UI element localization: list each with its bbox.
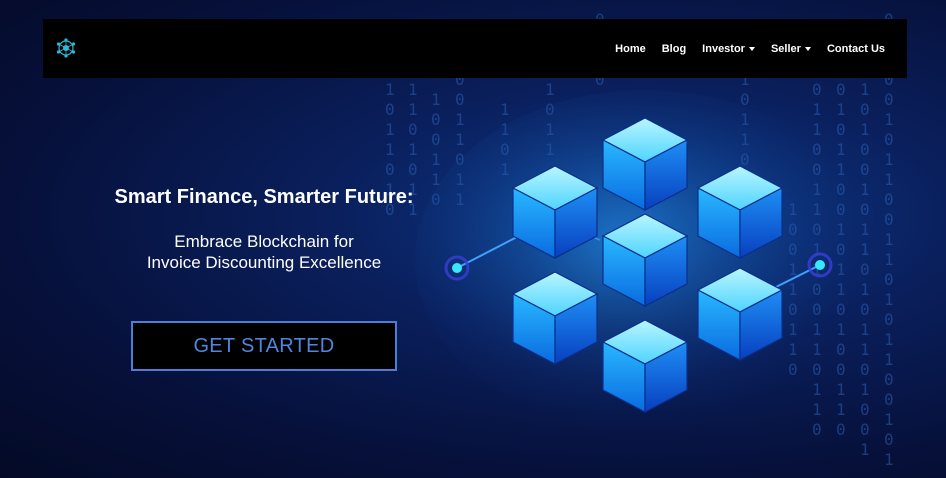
hero-subtitle-line2: Invoice Discounting Excellence: [146, 253, 382, 272]
nav-investor-dropdown[interactable]: Investor: [702, 43, 755, 55]
main-nav: Home Blog Investor Seller Contact Us: [615, 19, 885, 78]
nav-blog-link[interactable]: Blog: [662, 43, 686, 55]
hero-title: Smart Finance, Smarter Future:: [114, 186, 414, 208]
nav-contact-link[interactable]: Contact Us: [827, 43, 885, 55]
top-navbar: Home Blog Investor Seller Contact Us: [43, 19, 907, 78]
blockchain-network-icon[interactable]: [55, 37, 77, 59]
nav-contact-label[interactable]: Contact Us: [827, 43, 885, 55]
nav-home-link[interactable]: Home: [615, 43, 646, 55]
hero-subtitle: Embrace Blockchain for Invoice Discounti…: [60, 231, 468, 273]
nav-seller-label[interactable]: Seller: [771, 43, 801, 55]
caret-down-icon[interactable]: [804, 47, 811, 51]
blockchain-cubes-illustration: [415, 90, 875, 430]
nav-home-label[interactable]: Home: [615, 43, 646, 55]
nav-blog-label[interactable]: Blog: [662, 43, 686, 55]
hero-subtitle-line1: Embrace Blockchain for: [174, 232, 354, 251]
nav-investor-label[interactable]: Investor: [702, 43, 745, 55]
get-started-button[interactable]: GET STARTED: [131, 321, 397, 371]
caret-down-icon[interactable]: [748, 47, 755, 51]
nav-seller-dropdown[interactable]: Seller: [771, 43, 811, 55]
